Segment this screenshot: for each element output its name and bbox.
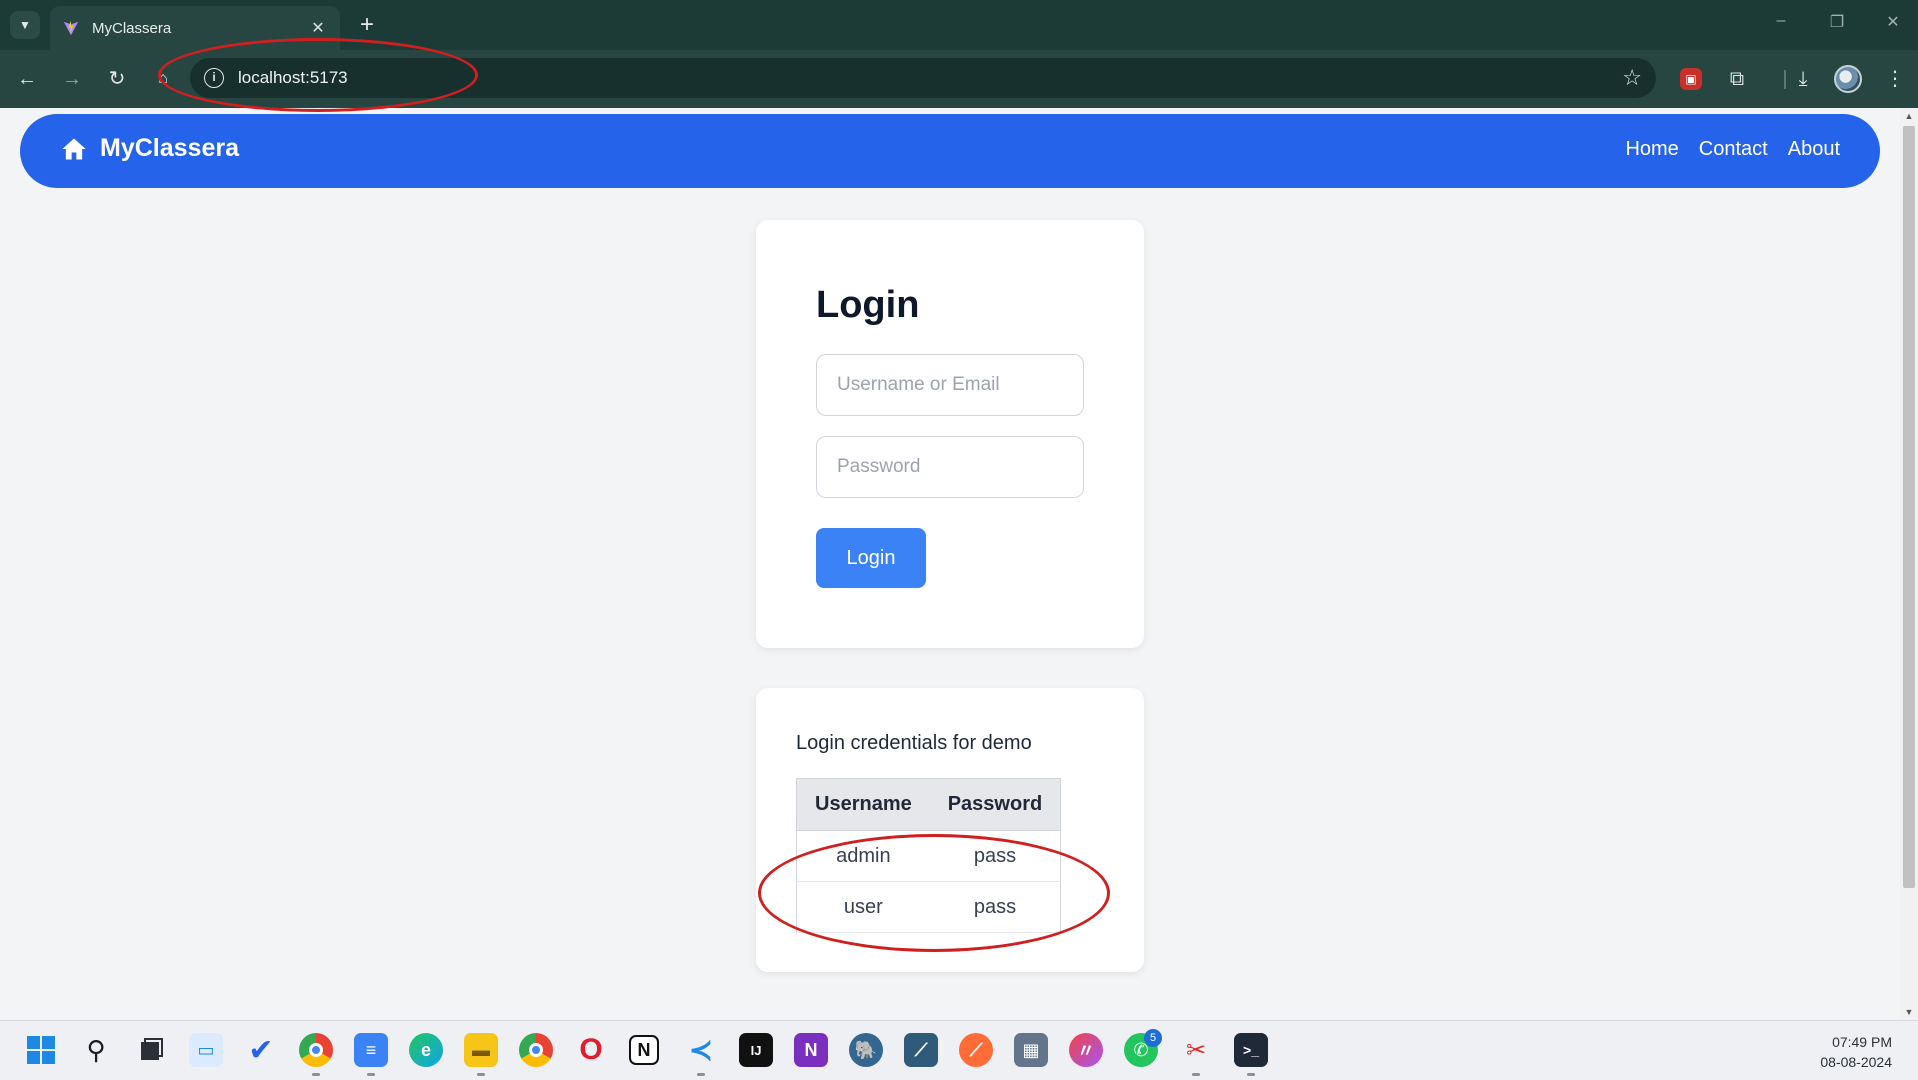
- login-title: Login: [816, 284, 920, 326]
- postgresql-icon[interactable]: 🐘: [849, 1033, 883, 1067]
- notion-icon[interactable]: N: [629, 1035, 659, 1065]
- clock-time: 07:49 PM: [1832, 1034, 1892, 1050]
- table-header-row: Username Password: [795, 778, 1062, 831]
- brand-name: MyClassera: [100, 134, 239, 162]
- snipping-tool-icon[interactable]: ✂: [1179, 1033, 1213, 1067]
- running-indicator: [477, 1073, 485, 1076]
- url-annotation-ellipse: [158, 38, 478, 112]
- new-tab-button[interactable]: +: [352, 10, 382, 40]
- restore-button[interactable]: ❐: [1822, 12, 1852, 32]
- tab-title: MyClassera: [92, 19, 172, 37]
- extensions-puzzle-icon[interactable]: ⧉: [1722, 64, 1752, 94]
- reload-icon[interactable]: ↻: [102, 64, 132, 94]
- tab-close-icon[interactable]: ✕: [308, 18, 328, 38]
- back-icon[interactable]: ←: [12, 64, 42, 94]
- clock-date: 08-08-2024: [1820, 1054, 1892, 1070]
- postman-icon[interactable]: ⟋: [959, 1033, 993, 1067]
- running-indicator: [312, 1073, 320, 1076]
- brand-link[interactable]: MyClassera: [60, 134, 239, 163]
- windows-taskbar: ⚲ ▭ ✔ ≡ e ▬ O N ≺ IJ N 🐘 ⟋ ⟋ ▦ 〃 ✆ ✂ >_ …: [0, 1020, 1918, 1080]
- credentials-heading: Login credentials for demo: [796, 732, 1032, 754]
- vscode-icon[interactable]: ≺: [684, 1033, 718, 1067]
- scrollbar-thumb[interactable]: [1903, 126, 1915, 888]
- username-input[interactable]: [816, 354, 1084, 416]
- onenote-icon[interactable]: N: [794, 1033, 828, 1067]
- login-card: Login Login: [756, 220, 1144, 648]
- nav-link-home[interactable]: Home: [1625, 138, 1678, 161]
- notepad-icon[interactable]: ≡: [354, 1033, 388, 1067]
- nav-links: Home Contact About: [1625, 138, 1840, 161]
- terminal-icon[interactable]: >_: [1234, 1033, 1268, 1067]
- site-navbar: MyClassera Home Contact About: [20, 114, 1880, 188]
- extension-red-icon[interactable]: ▣: [1680, 68, 1702, 90]
- column-header-username: Username: [795, 778, 930, 831]
- chrome-alt-icon[interactable]: [519, 1033, 553, 1067]
- intellij-icon[interactable]: IJ: [739, 1033, 773, 1067]
- profile-avatar[interactable]: [1834, 65, 1862, 93]
- running-indicator: [367, 1073, 375, 1076]
- nav-link-contact[interactable]: Contact: [1699, 138, 1768, 161]
- nav-link-about[interactable]: About: [1788, 138, 1840, 161]
- menu-kebab-icon[interactable]: ⋮: [1880, 64, 1910, 94]
- chrome-icon[interactable]: [299, 1033, 333, 1067]
- scroll-up-icon[interactable]: ▲: [1900, 108, 1918, 124]
- search-icon[interactable]: ⚲: [79, 1033, 113, 1067]
- mysql-workbench-icon[interactable]: ⟋: [904, 1033, 938, 1067]
- home-icon: [62, 138, 86, 159]
- arc-icon[interactable]: 〃: [1069, 1033, 1103, 1067]
- bookmark-star-icon[interactable]: ☆: [1622, 65, 1642, 91]
- scroll-down-icon[interactable]: ▼: [1900, 1004, 1918, 1020]
- windows-start-icon[interactable]: [24, 1033, 58, 1067]
- minimize-button[interactable]: –: [1766, 12, 1796, 30]
- column-header-password: Password: [929, 778, 1062, 831]
- todo-icon[interactable]: ✔: [244, 1033, 278, 1067]
- running-indicator: [1247, 1073, 1255, 1076]
- system-clock[interactable]: 07:49 PM 08-08-2024: [1820, 1032, 1892, 1072]
- widgets-icon[interactable]: ▭: [189, 1033, 223, 1067]
- close-window-button[interactable]: ✕: [1878, 12, 1908, 32]
- task-view-icon[interactable]: [134, 1033, 168, 1067]
- forward-icon[interactable]: →: [57, 64, 87, 94]
- whatsapp-notification-badge: 5: [1144, 1029, 1162, 1047]
- tab-search-dropdown-icon[interactable]: ▼: [10, 11, 40, 39]
- vite-favicon-icon: [63, 20, 79, 36]
- edge-icon[interactable]: e: [409, 1033, 443, 1067]
- opera-icon[interactable]: O: [574, 1033, 608, 1067]
- password-input[interactable]: [816, 436, 1084, 498]
- running-indicator: [697, 1073, 705, 1076]
- running-indicator: [1192, 1073, 1200, 1076]
- download-icon[interactable]: ⤓: [1788, 64, 1818, 94]
- login-button[interactable]: Login: [816, 528, 926, 588]
- calculator-icon[interactable]: ▦: [1014, 1033, 1048, 1067]
- page-scrollbar[interactable]: ▲ ▼: [1900, 108, 1918, 1020]
- credentials-annotation-ellipse: [758, 834, 1110, 952]
- file-explorer-icon[interactable]: ▬: [464, 1033, 498, 1067]
